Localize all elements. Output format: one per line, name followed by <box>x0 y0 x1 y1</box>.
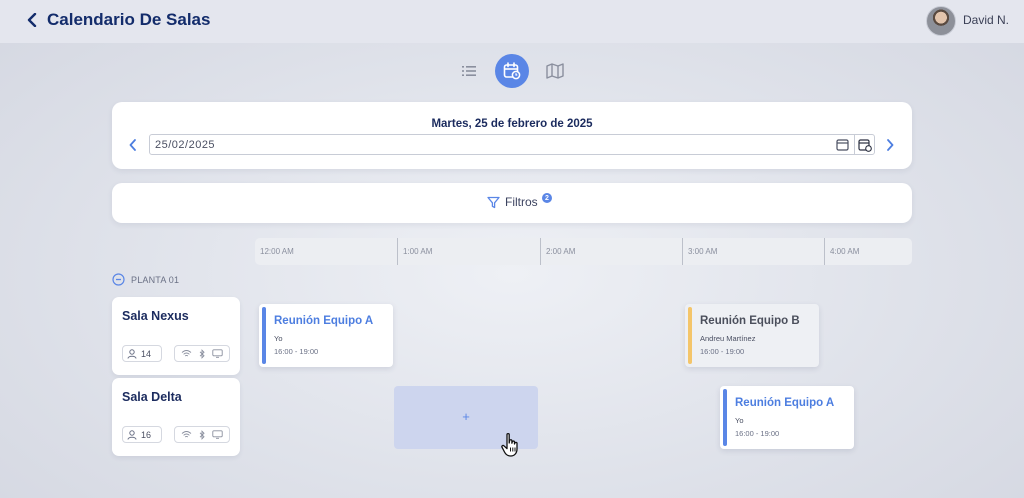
event-organizer: Yo <box>274 334 283 343</box>
event-time: 16:00 - 19:00 <box>274 347 319 356</box>
bluetooth-icon <box>199 429 205 440</box>
event-color-bar <box>723 389 727 446</box>
event-organizer: Andreu Martínez <box>700 334 756 343</box>
capacity-value: 14 <box>141 348 152 359</box>
event-title: Reunión Equipo B <box>700 315 800 327</box>
event-color-bar <box>262 307 266 364</box>
amenities-chip <box>174 345 230 362</box>
capacity-chip: 14 <box>122 345 162 362</box>
capacity-value: 16 <box>141 429 152 440</box>
previous-day-button[interactable] <box>125 137 141 153</box>
back-button[interactable] <box>22 10 42 30</box>
event-block[interactable]: Reunión Equipo A Yo 16:00 - 19:00 <box>259 304 393 367</box>
map-view-button[interactable] <box>538 54 572 88</box>
date-panel: Martes, 25 de febrero de 2025 <box>112 102 912 169</box>
room-card-nexus[interactable]: Sala Nexus 14 <box>112 297 240 375</box>
person-icon <box>127 429 137 440</box>
date-picker-button[interactable] <box>854 135 875 154</box>
screen-icon <box>211 430 223 439</box>
bluetooth-icon <box>199 348 205 359</box>
hand-pointer-icon <box>501 432 518 457</box>
date-input[interactable] <box>149 134 875 155</box>
wifi-icon <box>182 350 192 357</box>
chevron-left-icon <box>129 139 136 151</box>
top-bar: Calendario De Salas David N. <box>0 0 1024 43</box>
calendar-view-button[interactable] <box>495 54 529 88</box>
filters-label: Filtros <box>505 195 538 209</box>
event-color-bar <box>688 307 692 364</box>
capacity-chip: 16 <box>122 426 162 443</box>
time-tick: 12:00 AM <box>260 247 294 256</box>
time-tick: 1:00 AM <box>397 238 432 265</box>
chevron-right-icon <box>887 139 894 151</box>
time-tick: 3:00 AM <box>682 238 717 265</box>
map-icon <box>546 63 564 79</box>
timeline-header: 12:00 AM 1:00 AM 2:00 AM 3:00 AM 4:00 AM <box>255 238 912 265</box>
event-block[interactable]: Reunión Equipo B Andreu Martínez 16:00 -… <box>685 304 819 367</box>
list-icon <box>462 66 476 76</box>
list-view-button[interactable] <box>452 54 486 88</box>
wifi-icon <box>182 431 192 438</box>
room-name: Sala Delta <box>122 390 182 404</box>
chevron-left-icon <box>27 13 37 27</box>
calendar-clock-icon <box>503 62 521 80</box>
calendar-icon[interactable] <box>836 138 849 151</box>
filter-icon <box>487 196 500 208</box>
calendar-clock-icon <box>858 138 872 152</box>
event-block[interactable]: Reunión Equipo A Yo 16:00 - 19:00 <box>720 386 854 449</box>
user-name[interactable]: David N. <box>963 13 1009 27</box>
event-time: 16:00 - 19:00 <box>700 347 745 356</box>
amenities-chip <box>174 426 230 443</box>
filters-button[interactable]: Filtros 2 <box>112 183 912 223</box>
avatar[interactable] <box>926 6 956 36</box>
person-icon <box>127 348 137 359</box>
event-time: 16:00 - 19:00 <box>735 429 780 438</box>
room-name: Sala Nexus <box>122 309 189 323</box>
collapse-circle-icon <box>112 273 125 286</box>
time-tick: 4:00 AM <box>824 238 859 265</box>
next-day-button[interactable] <box>882 137 898 153</box>
add-icon: + <box>462 408 470 424</box>
view-switch <box>452 54 572 88</box>
event-title: Reunión Equipo A <box>274 315 374 327</box>
filters-count-badge: 2 <box>542 193 552 203</box>
event-organizer: Yo <box>735 416 744 425</box>
page-title: Calendario De Salas <box>47 10 211 29</box>
time-tick: 2:00 AM <box>540 238 575 265</box>
filters-group: Filtros <box>487 195 538 209</box>
room-card-delta[interactable]: Sala Delta 16 <box>112 378 240 456</box>
date-heading: Martes, 25 de febrero de 2025 <box>431 118 593 130</box>
event-title: Reunión Equipo A <box>735 397 835 409</box>
screen-icon <box>211 349 223 358</box>
floor-toggle[interactable]: PLANTA 01 <box>112 273 179 286</box>
floor-label: PLANTA 01 <box>131 274 180 285</box>
